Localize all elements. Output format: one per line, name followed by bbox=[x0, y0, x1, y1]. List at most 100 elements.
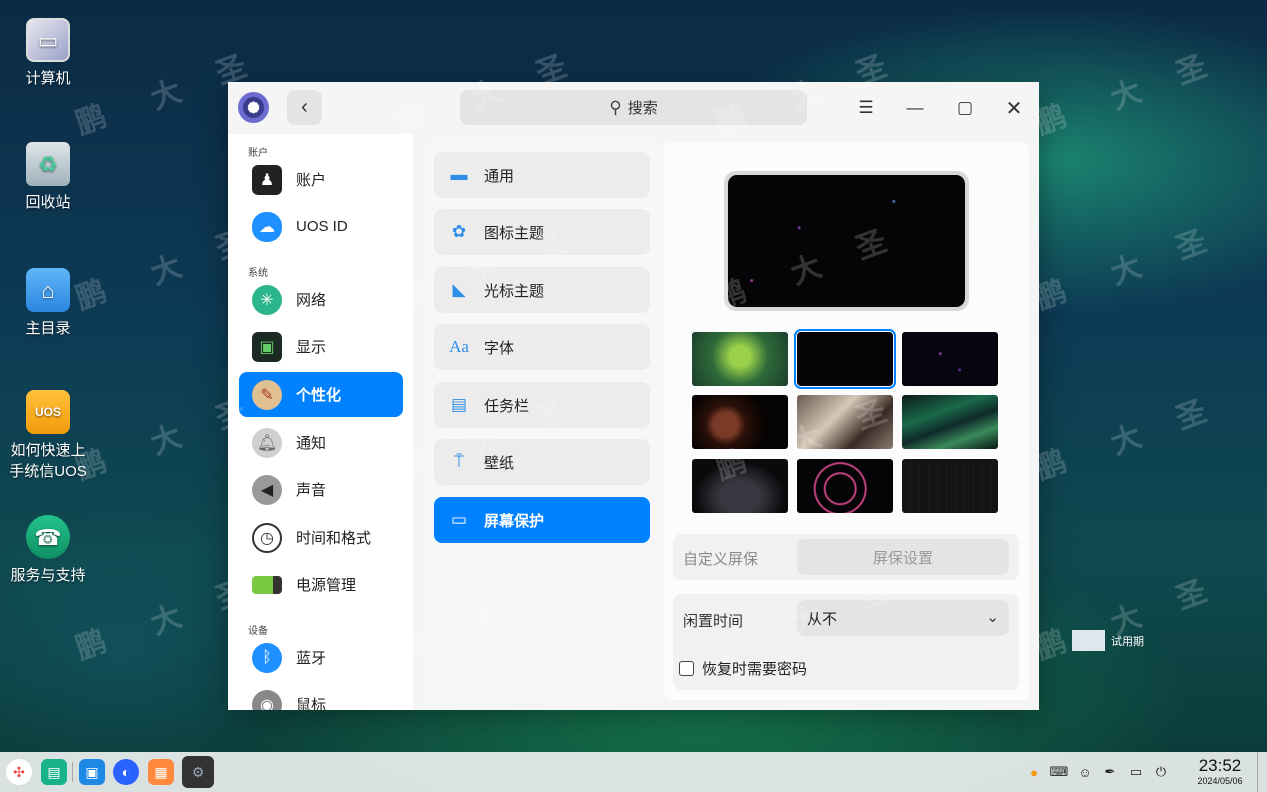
desktop-icon-home[interactable]: ⌂ 主目录 bbox=[0, 268, 96, 339]
bluetooth-icon: ᛒ bbox=[252, 642, 282, 673]
browser-icon[interactable]: ◐ bbox=[113, 759, 139, 785]
close-button[interactable]: ✕ bbox=[1000, 94, 1028, 122]
watermark: 大 bbox=[1106, 249, 1146, 291]
multitask-icon[interactable]: ▤ bbox=[41, 759, 67, 785]
menu-item-general[interactable]: ▬ 通用 bbox=[434, 152, 650, 198]
control-center-icon[interactable]: ⚙ bbox=[182, 756, 214, 788]
power-icon[interactable]: ⏻ bbox=[1151, 762, 1171, 782]
sidebar-item-network[interactable]: ✳ 网络 bbox=[239, 277, 403, 322]
sidebar-item-sound[interactable]: ◀ 声音 bbox=[239, 467, 403, 512]
menu-button[interactable]: ☰ bbox=[852, 94, 880, 122]
screensaver-thumbnail[interactable] bbox=[692, 395, 788, 449]
personalization-menu: ▬ 通用 ✿ 图标主题 ◣ 光标主题 Aa 字体 ▤ 任务栏 ⍑ 壁纸 ▭ 屏幕… bbox=[424, 142, 662, 700]
custom-screensaver-label: 自定义屏保 bbox=[683, 551, 759, 568]
sidebar-item-label: 时间和格式 bbox=[296, 530, 372, 547]
sidebar-item-notification[interactable]: 🔔︎ 通知 bbox=[239, 420, 403, 465]
screensaver-thumbnail[interactable] bbox=[692, 459, 788, 513]
screensaver-thumbnail[interactable] bbox=[902, 332, 998, 386]
control-center-window: ⚙ ‹ ⚲ 搜索 ☰ — ▢ ✕ 账户 ♟ 账户 ☁ UOS ID 系统 ✳ 网… bbox=[228, 82, 1039, 710]
desktop-icon-support[interactable]: ☎ 服务与支持 bbox=[0, 515, 96, 586]
watermark: 鹏 bbox=[71, 624, 111, 666]
sidebar-item-label: 声音 bbox=[296, 482, 327, 499]
require-password-label: 恢复时需要密码 bbox=[702, 661, 808, 678]
taskbar-separator bbox=[72, 762, 73, 782]
show-desktop-edge[interactable] bbox=[1257, 752, 1258, 792]
sidebar-item-time-format[interactable]: ◷ 时间和格式 bbox=[239, 515, 403, 560]
screensaver-thumbnail[interactable] bbox=[902, 459, 998, 513]
idle-time-value: 从不 bbox=[807, 610, 838, 628]
sidebar-item-uos-id[interactable]: ☁ UOS ID bbox=[239, 204, 403, 249]
menu-item-wallpaper[interactable]: ⍑ 壁纸 bbox=[434, 439, 650, 485]
search-input[interactable]: ⚲ 搜索 bbox=[460, 90, 807, 125]
sidebar: 账户 ♟ 账户 ☁ UOS ID 系统 ✳ 网络 ▣ 显示 ✎ 个性化 🔔︎ 通… bbox=[228, 134, 413, 710]
desktop-icon-computer[interactable]: ▭ 计算机 bbox=[0, 18, 96, 89]
user-icon[interactable]: ☺ bbox=[1075, 762, 1095, 782]
menu-item-label: 图标主题 bbox=[484, 224, 545, 242]
chevron-left-icon: ‹ bbox=[301, 96, 308, 118]
menu-item-cursor-theme[interactable]: ◣ 光标主题 bbox=[434, 267, 650, 313]
sidebar-item-personalization[interactable]: ✎ 个性化 bbox=[239, 372, 403, 417]
sidebar-item-label: 电源管理 bbox=[296, 577, 357, 594]
support-icon: ☎ bbox=[26, 515, 70, 559]
sidebar-item-mouse[interactable]: ◉ 鼠标 bbox=[239, 682, 403, 710]
pen-icon[interactable]: ✒ bbox=[1100, 762, 1120, 782]
screensaver-thumbnail[interactable] bbox=[797, 459, 893, 513]
screensaver-thumbnail[interactable] bbox=[794, 329, 896, 389]
sidebar-item-power[interactable]: 电源管理 bbox=[239, 562, 403, 607]
screensaver-thumbnail[interactable] bbox=[797, 395, 893, 449]
watermark: 圣 bbox=[1171, 394, 1211, 436]
menu-item-icon-theme[interactable]: ✿ 图标主题 bbox=[434, 209, 650, 255]
watermark: 圣 bbox=[1171, 574, 1211, 616]
menu-item-font[interactable]: Aa 字体 bbox=[434, 324, 650, 370]
titlebar: ⚙ ‹ ⚲ 搜索 ☰ — ▢ ✕ bbox=[228, 82, 1039, 134]
screensaver-thumbnail[interactable] bbox=[692, 332, 788, 386]
storage-icon[interactable]: ▭ bbox=[1126, 762, 1146, 782]
idle-time-select[interactable]: 从不 ⌄ bbox=[797, 600, 1009, 636]
clock-icon: ◷ bbox=[252, 522, 282, 553]
speaker-icon: ◀ bbox=[252, 474, 282, 505]
computer-icon: ▭ bbox=[26, 18, 70, 62]
clock[interactable]: 23:52 2024/05/06 bbox=[1190, 756, 1250, 787]
sidebar-item-label: 网络 bbox=[296, 292, 327, 309]
screensaver-settings-button[interactable]: 屏保设置 bbox=[797, 539, 1009, 575]
watermark: 大 bbox=[146, 419, 186, 461]
chevron-down-icon: ⌄ bbox=[986, 609, 999, 626]
home-folder-icon: ⌂ bbox=[26, 268, 70, 312]
trash-icon: ♻ bbox=[26, 142, 70, 186]
back-button[interactable]: ‹ bbox=[287, 90, 322, 125]
update-icon[interactable]: ● bbox=[1024, 762, 1044, 782]
keyboard-icon[interactable]: ⌨ bbox=[1049, 762, 1069, 782]
close-icon: ✕ bbox=[1005, 97, 1023, 120]
screensaver-icon: ▭ bbox=[450, 510, 468, 529]
clock-date: 2024/05/06 bbox=[1197, 776, 1243, 786]
watermark: 大 bbox=[1106, 419, 1146, 461]
trial-badge: 试用期 bbox=[1072, 630, 1144, 651]
control-center-logo-icon: ⚙ bbox=[238, 92, 269, 123]
watermark: 鹏 bbox=[71, 99, 111, 141]
desktop-icon-label: 回收站 bbox=[25, 194, 71, 211]
sidebar-item-display[interactable]: ▣ 显示 bbox=[239, 324, 403, 369]
maximize-button[interactable]: ▢ bbox=[951, 94, 979, 122]
app-store-icon[interactable]: ▦ bbox=[148, 759, 174, 785]
menu-item-screensaver[interactable]: ▭ 屏幕保护 bbox=[434, 497, 650, 543]
desktop-icon-label: 服务与支持 bbox=[10, 567, 86, 584]
menu-icon: ☰ bbox=[858, 98, 874, 117]
personalization-icon: ✎ bbox=[252, 379, 282, 410]
bell-icon: 🔔︎ bbox=[252, 427, 282, 458]
screensaver-thumbnail[interactable] bbox=[902, 395, 998, 449]
watermark: 圣 bbox=[1171, 224, 1211, 266]
screensaver-preview-image bbox=[728, 175, 965, 307]
minimize-button[interactable]: — bbox=[901, 94, 929, 122]
menu-item-taskbar[interactable]: ▤ 任务栏 bbox=[434, 382, 650, 428]
desktop-icon-uos-help[interactable]: UOS 如何快速上 手统信UOS bbox=[0, 390, 96, 482]
file-manager-icon[interactable]: ▣ bbox=[79, 759, 105, 785]
launcher-icon[interactable]: ✣ bbox=[6, 759, 32, 785]
sidebar-item-account[interactable]: ♟ 账户 bbox=[239, 157, 403, 202]
watermark: 大 bbox=[1106, 74, 1146, 116]
idle-time-card: 闲置时间 从不 ⌄ 恢复时需要密码 bbox=[673, 594, 1019, 690]
sidebar-item-bluetooth[interactable]: ᛒ 蓝牙 bbox=[239, 635, 403, 680]
sidebar-item-label: UOS ID bbox=[296, 218, 348, 235]
desktop-icon-trash[interactable]: ♻ 回收站 bbox=[0, 142, 96, 213]
require-password-checkbox[interactable]: 恢复时需要密码 bbox=[679, 658, 807, 679]
uos-help-icon: UOS bbox=[26, 390, 70, 434]
